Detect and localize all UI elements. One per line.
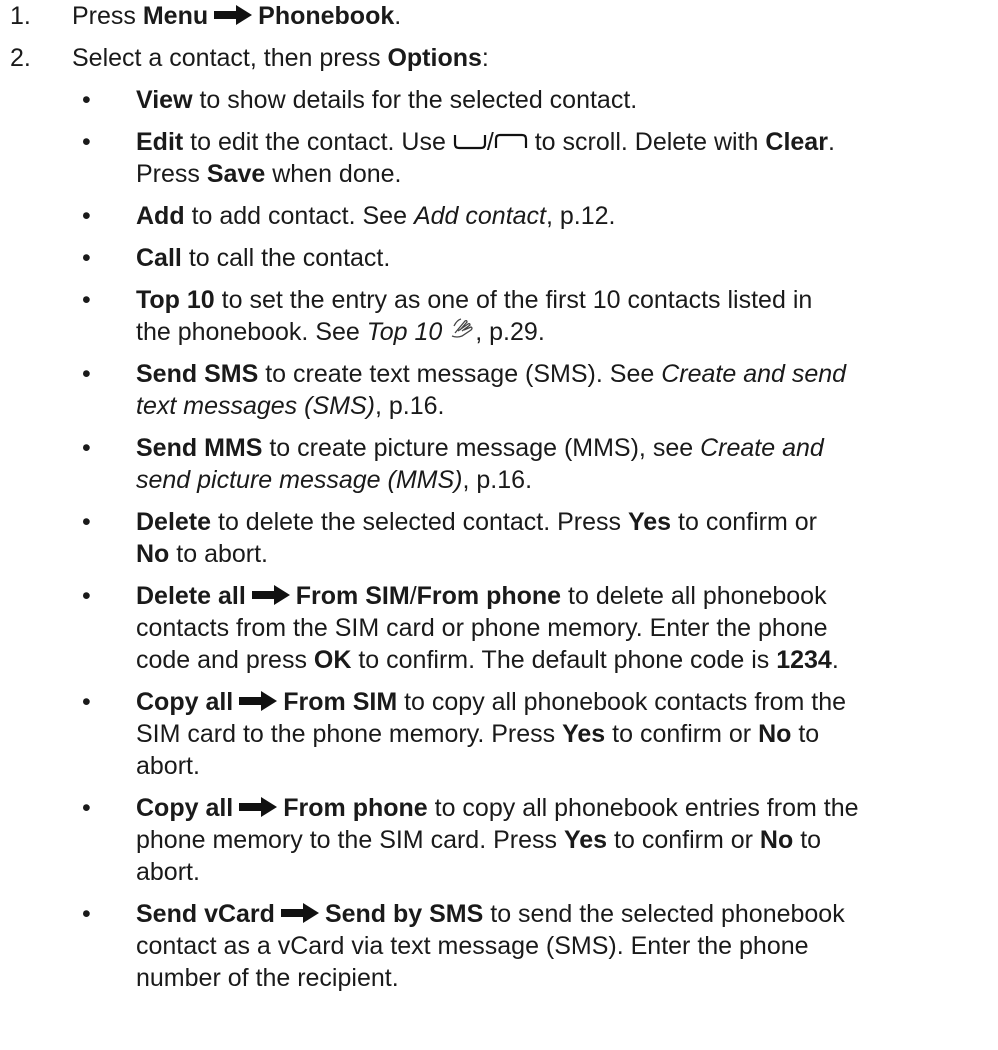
- right-arrow-icon: [280, 903, 319, 923]
- list-item: • Send MMS to create picture message (MM…: [82, 434, 824, 494]
- bullet: •: [82, 86, 91, 114]
- options-list: • View to show details for the selected …: [0, 84, 998, 1004]
- menu-key-label: Menu: [142, 2, 209, 30]
- bullet: •: [82, 434, 91, 462]
- phonebook-label: Phonebook: [258, 2, 395, 30]
- list-item: • Edit to edit the contact. Use / to scr…: [82, 128, 835, 188]
- list-item: • Call to call the contact.: [82, 244, 391, 272]
- list-item: • Top 10 to set the entry as one of the …: [82, 286, 813, 346]
- step-text: Select a contact, then press: [72, 44, 381, 72]
- cross-reference: Top 10: [366, 318, 443, 346]
- list-item: • Delete to delete the selected contact.…: [82, 508, 817, 568]
- cross-reference: send picture message (MMS): [136, 466, 463, 494]
- bullet: •: [82, 900, 91, 928]
- list-item: • Send SMS to create text message (SMS).…: [82, 360, 847, 420]
- right-arrow-icon: [251, 585, 290, 605]
- scroll-up-key-icon: [494, 133, 527, 148]
- bullet: •: [82, 794, 91, 822]
- cross-reference: Create and: [700, 434, 824, 462]
- list-item: • Add to add contact. See Add contact, p…: [82, 202, 616, 230]
- step-text: Press: [72, 2, 136, 30]
- bullet: •: [82, 360, 91, 388]
- right-arrow-icon: [239, 691, 278, 711]
- step-number: 1.: [10, 2, 31, 30]
- hand-gesture-icon: [452, 318, 473, 338]
- bullet: •: [82, 128, 91, 156]
- list-item: • Delete all From SIM/From phone to delet…: [82, 582, 839, 674]
- cross-reference: Create and send: [661, 360, 847, 388]
- bullet: •: [82, 688, 91, 716]
- bullet: •: [82, 202, 91, 230]
- cross-reference: text messages (SMS): [136, 392, 375, 420]
- right-arrow-icon: [214, 5, 253, 25]
- list-item: • View to show details for the selected …: [82, 86, 638, 114]
- list-item: • Copy all From SIM to copy all phonebook…: [82, 688, 847, 780]
- list-item: • Send vCard Send by SMS to send the sele…: [82, 900, 845, 992]
- bullet: •: [82, 244, 91, 272]
- manual-page: 1. Press Menu Phonebook. 2. Select a cont…: [0, 0, 998, 1050]
- scroll-down-key-icon: [453, 135, 486, 150]
- step-number: 2.: [10, 44, 31, 72]
- bullet: •: [82, 286, 91, 314]
- cross-reference: Add contact: [413, 202, 546, 230]
- bullet: •: [82, 508, 91, 536]
- bullet: •: [82, 582, 91, 610]
- right-arrow-icon: [239, 797, 278, 817]
- list-item: • Copy all From phone to copy all phonebo…: [82, 794, 859, 886]
- options-label: Options: [387, 44, 482, 72]
